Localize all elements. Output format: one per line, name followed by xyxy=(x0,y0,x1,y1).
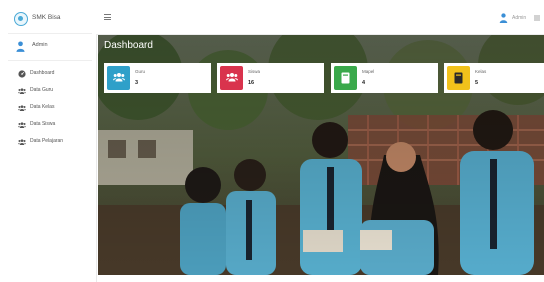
sidebar-item-data-kelas[interactable]: Data Kelas xyxy=(0,100,96,117)
sidebar-divider xyxy=(8,33,92,34)
stat-card-value: 16 xyxy=(248,80,255,86)
users-icon xyxy=(18,88,26,94)
sidebar-user-name: Admin xyxy=(32,42,48,48)
stat-card-label: Mapel xyxy=(362,69,375,74)
sidebar-item-label: Data Pelajaran xyxy=(30,138,64,144)
main-content: Dashboard Guru 3 Siswa 16 Mapel 4 Kelas … xyxy=(98,35,544,275)
users-icon xyxy=(107,66,130,90)
sidebar-item-label: Data Guru xyxy=(30,87,54,93)
users-icon xyxy=(220,66,243,90)
user-icon xyxy=(16,41,25,52)
sidebar-divider xyxy=(8,60,92,61)
menu-toggle-icon[interactable] xyxy=(533,14,541,22)
sidebar-item-data-pelajaran[interactable]: Data Pelajaran xyxy=(0,134,96,151)
dashboard-icon xyxy=(18,70,26,78)
user-icon[interactable] xyxy=(499,13,508,23)
stat-card-label: Siswa xyxy=(248,69,261,74)
stat-card-kelas[interactable]: Kelas 5 xyxy=(444,63,544,93)
users-icon xyxy=(18,105,26,111)
sidebar-item-label: Data Siswa xyxy=(30,121,56,127)
stat-card-siswa[interactable]: Siswa 16 xyxy=(217,63,324,93)
sidebar-item-dashboard[interactable]: Dashboard xyxy=(0,66,96,83)
stat-card-value: 5 xyxy=(475,80,479,86)
book-icon xyxy=(447,66,470,90)
brand-name: SMK Bisa xyxy=(32,14,61,21)
users-icon xyxy=(18,139,26,145)
sidebar: SMK Bisa Admin Dashboard Data Guru Data … xyxy=(0,0,97,282)
app: SMK Bisa Admin Dashboard Data Guru Data … xyxy=(0,0,544,282)
topbar: Admin xyxy=(96,0,544,35)
brand[interactable]: SMK Bisa xyxy=(0,8,96,32)
page-title: Dashboard xyxy=(104,40,153,51)
stat-card-mapel[interactable]: Mapel 4 xyxy=(331,63,438,93)
stat-card-value: 3 xyxy=(135,80,139,86)
sidebar-user[interactable]: Admin xyxy=(0,38,96,56)
sidebar-menu: Dashboard Data Guru Data Kelas Data Sisw… xyxy=(0,66,96,151)
users-icon xyxy=(18,122,26,128)
stat-card-label: Guru xyxy=(135,69,146,74)
topbar-user-name[interactable]: Admin xyxy=(512,15,526,21)
hamburger-icon[interactable] xyxy=(104,14,111,20)
sidebar-item-data-guru[interactable]: Data Guru xyxy=(0,83,96,100)
sidebar-item-data-siswa[interactable]: Data Siswa xyxy=(0,117,96,134)
stat-card-value: 4 xyxy=(362,80,366,86)
sidebar-item-label: Dashboard xyxy=(30,70,55,76)
book-icon xyxy=(334,66,357,90)
stat-card-label: Kelas xyxy=(475,69,487,74)
school-logo-icon xyxy=(14,12,28,26)
stat-card-guru[interactable]: Guru 3 xyxy=(104,63,211,93)
sidebar-item-label: Data Kelas xyxy=(30,104,55,110)
